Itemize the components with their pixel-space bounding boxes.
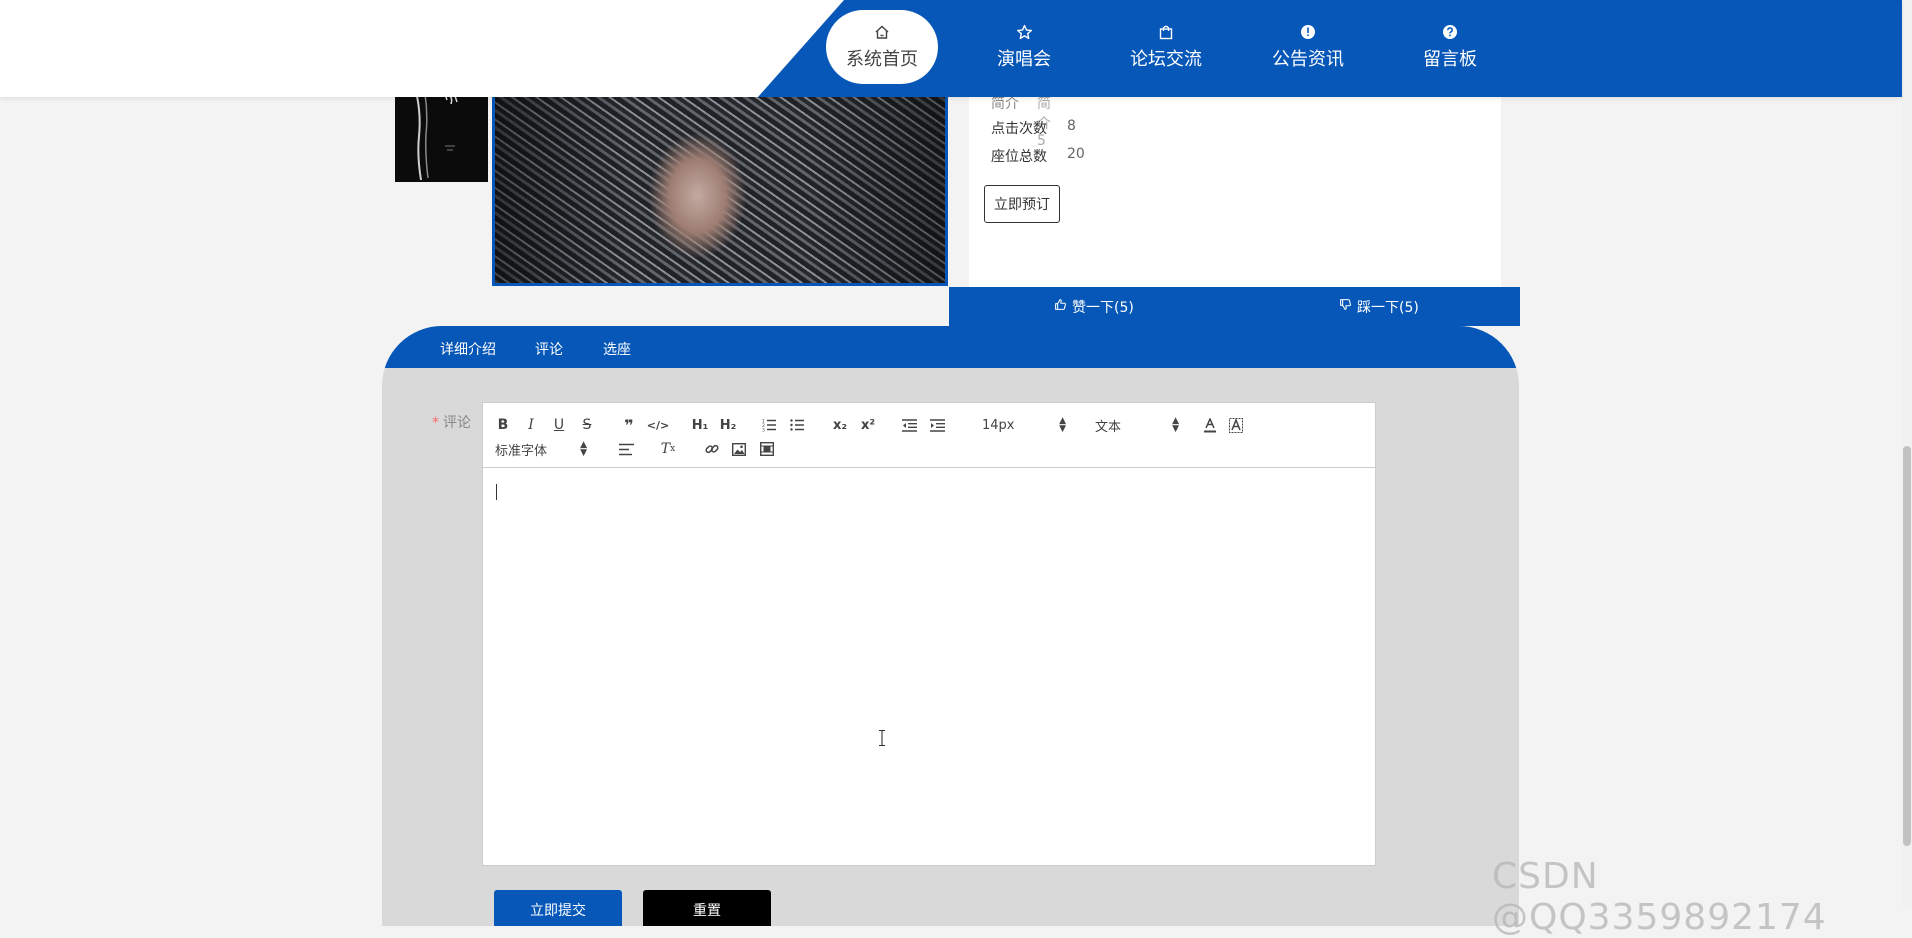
dislike-button[interactable]: 踩一下(5): [1339, 287, 1419, 326]
clicks-value: 8: [1067, 118, 1076, 134]
indent-icon[interactable]: [928, 415, 946, 435]
nav-item-home[interactable]: 系统首页: [826, 10, 938, 84]
text-type-select[interactable]: 文本 ▲ ▼: [1095, 415, 1179, 435]
comment-label-text: 评论: [443, 415, 471, 431]
editor-toolbar: B I U S ❞ </> H₁ H₂ 123 x₂ x² 14px ▲ ▼ 文…: [483, 403, 1375, 468]
select-arrows-icon: ▲ ▼: [580, 440, 587, 458]
image-shade: [495, 89, 945, 283]
font-size-select[interactable]: 14px ▲ ▼: [982, 415, 1066, 435]
ibeam-cursor-icon: [879, 730, 885, 746]
svg-text:3: 3: [762, 428, 765, 433]
strikethrough-icon[interactable]: S: [579, 415, 595, 435]
text-type-value: 文本: [1095, 419, 1122, 435]
scrollbar-thumb[interactable]: [1903, 446, 1911, 846]
superscript-icon[interactable]: x²: [858, 415, 878, 435]
tab-comments[interactable]: 评论: [535, 339, 563, 359]
rich-text-editor: B I U S ❞ </> H₁ H₂ 123 x₂ x² 14px ▲ ▼ 文…: [482, 402, 1376, 866]
font-color-icon[interactable]: [1201, 415, 1219, 435]
tab-details[interactable]: 详细介绍: [440, 339, 496, 359]
bullet-list-icon[interactable]: [788, 415, 806, 435]
detail-info-panel: 简介 简介5 点击次数 8 座位总数 20 立即预订: [969, 86, 1501, 288]
nav-item-label: 系统首页: [846, 49, 918, 70]
blockquote-icon[interactable]: ❞: [621, 415, 637, 435]
bag-icon: [1158, 23, 1174, 41]
nav-item-label: 论坛交流: [1130, 49, 1202, 70]
image-icon[interactable]: [730, 439, 748, 459]
thumbnail-image[interactable]: [395, 86, 488, 182]
video-icon[interactable]: [758, 439, 776, 459]
ordered-list-icon[interactable]: 123: [760, 415, 778, 435]
subscript-icon[interactable]: x₂: [830, 415, 850, 435]
align-left-icon[interactable]: [617, 439, 635, 459]
select-arrows-icon: ▲ ▼: [1172, 416, 1179, 434]
comment-content-area[interactable]: [483, 468, 1375, 865]
outdent-icon[interactable]: [900, 415, 918, 435]
clear-format-icon[interactable]: Tx: [659, 439, 677, 459]
seats-value: 20: [1067, 146, 1085, 162]
nav-item-forum[interactable]: 论坛交流: [1110, 10, 1222, 84]
home-icon: [874, 23, 890, 41]
nav-item-label: 演唱会: [997, 49, 1051, 70]
required-mark: *: [432, 415, 439, 431]
heading-2-icon[interactable]: H₂: [718, 415, 738, 435]
thumbs-up-icon: [1054, 298, 1067, 315]
select-arrows-icon: ▲ ▼: [1059, 416, 1066, 434]
bold-icon[interactable]: B: [495, 415, 511, 435]
thumbs-down-icon: [1339, 298, 1352, 315]
background-color-icon[interactable]: [1227, 415, 1245, 435]
vote-bar: 赞一下(5) 踩一下(5): [949, 287, 1520, 326]
top-header: 系统首页 演唱会 论坛交流 公告资讯 留言板: [0, 0, 1902, 97]
like-button[interactable]: 赞一下(5): [1054, 287, 1134, 326]
nav-item-label: 公告资讯: [1272, 49, 1344, 70]
like-label: 赞一下(5): [1072, 299, 1134, 316]
book-now-button[interactable]: 立即预订: [984, 185, 1060, 223]
intro-label: 简介: [991, 96, 1019, 112]
nav-item-label: 留言板: [1423, 49, 1477, 70]
tab-panel: 详细介绍 评论 选座 *评论 B I U S ❞ </> H₁ H₂ 123: [382, 326, 1519, 926]
tab-bar: 详细介绍 评论 选座: [382, 326, 1519, 368]
main-product-image: [492, 86, 948, 286]
alert-circle-icon: [1300, 23, 1316, 41]
text-caret: [496, 484, 497, 500]
main-nav: 系统首页 演唱会 论坛交流 公告资讯 留言板: [826, 10, 1536, 84]
code-block-icon[interactable]: </>: [647, 415, 669, 435]
link-icon[interactable]: [703, 439, 721, 459]
seats-row: 座位总数 20: [991, 146, 1085, 166]
comment-field-label: * 评论: [432, 412, 471, 432]
help-circle-icon: [1442, 23, 1458, 41]
clicks-row: 点击次数 8: [991, 118, 1076, 138]
italic-icon[interactable]: I: [523, 415, 539, 435]
font-family-value: 标准字体: [495, 443, 548, 459]
submit-button[interactable]: 立即提交: [494, 890, 622, 926]
page-scrollbar[interactable]: [1902, 0, 1912, 908]
seats-label: 座位总数: [991, 149, 1047, 165]
nav-item-guestbook[interactable]: 留言板: [1394, 10, 1506, 84]
font-size-value: 14px: [982, 417, 1015, 433]
clicks-label: 点击次数: [991, 121, 1047, 137]
star-icon: [1016, 23, 1033, 41]
nav-item-concerts[interactable]: 演唱会: [968, 10, 1080, 84]
watermark-text: CSDN @QQ3359892174: [1492, 856, 1827, 938]
tab-seat-selection[interactable]: 选座: [603, 339, 631, 359]
nav-item-news[interactable]: 公告资讯: [1252, 10, 1364, 84]
font-family-select[interactable]: 标准字体 ▲ ▼: [495, 439, 587, 459]
heading-1-icon[interactable]: H₁: [690, 415, 710, 435]
page: 系统首页 演唱会 论坛交流 公告资讯 留言板 简介 简介5 点击次数 8 座位总…: [0, 0, 1912, 938]
dislike-label: 踩一下(5): [1357, 299, 1419, 316]
reset-button[interactable]: 重置: [643, 890, 771, 926]
underline-icon[interactable]: U: [551, 415, 567, 435]
